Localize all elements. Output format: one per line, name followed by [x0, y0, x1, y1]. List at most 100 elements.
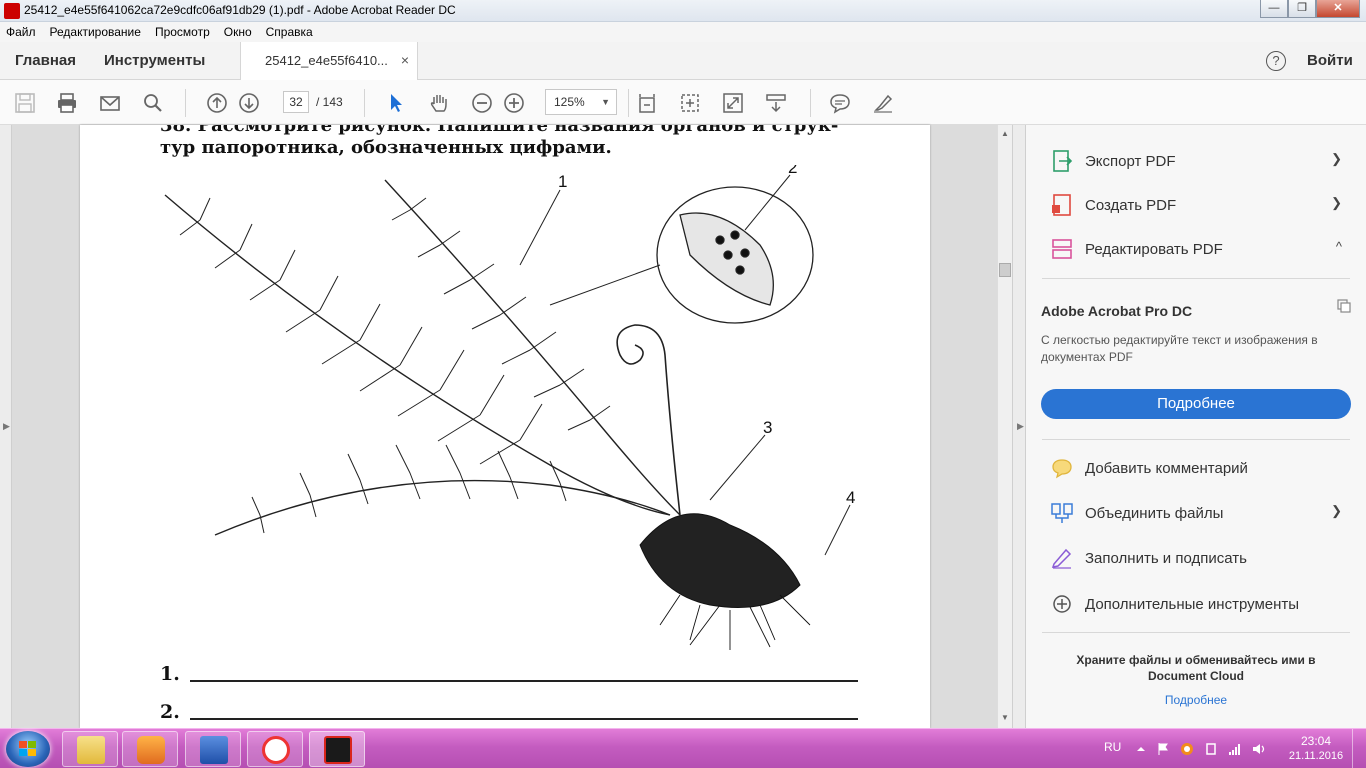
- learn-more-button[interactable]: Подробнее: [1041, 389, 1351, 419]
- vertical-scrollbar[interactable]: ▲ ▼: [997, 125, 1012, 728]
- document-cloud-text: Храните файлы и обменивайтесь ими в Docu…: [1076, 653, 1316, 683]
- antivirus-icon[interactable]: [1180, 742, 1194, 756]
- more-tools-item[interactable]: Дополнительные инструменты: [1048, 590, 1366, 620]
- more-tools-label: Дополнительные инструменты: [1085, 596, 1300, 613]
- full-screen-icon[interactable]: [721, 91, 745, 115]
- page-count: / 143: [316, 95, 343, 109]
- taskbar-acrobat[interactable]: [309, 731, 365, 767]
- document-cloud-link[interactable]: Подробнее: [1046, 693, 1346, 707]
- toolbar: [0, 80, 1366, 125]
- yandex-browser-icon: [262, 736, 290, 764]
- figure-label-3: 3: [763, 418, 772, 437]
- create-pdf-item[interactable]: Создать PDF ❯: [1048, 191, 1366, 221]
- zoom-select[interactable]: 125% ▼: [545, 89, 617, 115]
- highlight-pen-icon[interactable]: [871, 91, 895, 115]
- answer-underline: [190, 718, 858, 720]
- email-icon[interactable]: [98, 91, 122, 115]
- tab-document[interactable]: 25412_e4e55f6410... ×: [240, 42, 418, 81]
- menu-window[interactable]: Окно: [224, 25, 252, 39]
- answer-line-1[interactable]: 1.: [160, 663, 858, 685]
- file-explorer-icon: [77, 736, 105, 764]
- edit-pdf-icon: [1052, 239, 1072, 259]
- taskbar: RU 23:04 21.11.2016: [0, 728, 1366, 768]
- combine-files-item[interactable]: Объединить файлы ❯: [1048, 499, 1366, 529]
- fill-sign-item[interactable]: Заполнить и подписать: [1048, 544, 1366, 574]
- next-page-icon[interactable]: [237, 91, 261, 115]
- answer-line-2[interactable]: 2.: [160, 701, 858, 723]
- taskbar-media-player[interactable]: [122, 731, 178, 767]
- scroll-thumb[interactable]: [999, 263, 1011, 277]
- volume-icon[interactable]: [1252, 742, 1266, 756]
- scroll-mode-icon[interactable]: [764, 91, 788, 115]
- tab-home[interactable]: Главная: [15, 52, 76, 69]
- copy-icon[interactable]: [1336, 298, 1352, 314]
- zoom-in-icon[interactable]: [502, 91, 526, 115]
- chevron-down-icon: ❯: [1331, 195, 1342, 210]
- chevron-down-icon: ▼: [601, 97, 610, 107]
- edit-pdf-item[interactable]: Редактировать PDF ^: [1048, 235, 1366, 265]
- fit-width-icon[interactable]: [678, 91, 702, 115]
- zoom-out-icon[interactable]: [470, 91, 494, 115]
- signin-button[interactable]: Войти: [1307, 52, 1353, 69]
- restore-button[interactable]: ❐: [1288, 0, 1316, 18]
- scroll-down-icon[interactable]: ▼: [1001, 713, 1009, 722]
- window-title: 25412_e4e55f641062ca72e9cdfc06af91db29 (…: [24, 3, 456, 17]
- divider: [1042, 278, 1350, 279]
- divider: [1042, 439, 1350, 440]
- menu-help[interactable]: Справка: [266, 25, 313, 39]
- fit-page-icon[interactable]: [635, 91, 659, 115]
- page-number-input[interactable]: 32: [283, 91, 309, 113]
- question-text-line1: 38. Рассмотрите рисунок. Напишите назван…: [160, 125, 839, 136]
- fern-frond-left: [164, 194, 671, 516]
- comment-icon: [1052, 459, 1072, 479]
- close-tab-icon[interactable]: ×: [401, 52, 409, 68]
- show-desktop-button[interactable]: [1352, 729, 1366, 768]
- acrobat-app-icon: [4, 3, 20, 19]
- word-icon: [200, 736, 228, 764]
- toolbar-separator: [185, 89, 186, 117]
- select-cursor-icon[interactable]: [384, 91, 408, 115]
- system-clock[interactable]: 23:04 21.11.2016: [1288, 734, 1344, 764]
- fern-frond-lower: [214, 444, 671, 536]
- right-panel-toggle[interactable]: ▶: [1012, 125, 1026, 728]
- promo-title: Adobe Acrobat Pro DC: [1041, 303, 1193, 319]
- add-comment-item[interactable]: Добавить комментарий: [1048, 454, 1366, 484]
- search-icon[interactable]: [141, 91, 165, 115]
- close-button[interactable]: ✕: [1316, 0, 1360, 18]
- figure-label-2: 2: [788, 165, 797, 177]
- device-icon[interactable]: [1204, 742, 1218, 756]
- comment-icon[interactable]: [828, 91, 852, 115]
- edit-pdf-label: Редактировать PDF: [1085, 241, 1223, 258]
- taskbar-word[interactable]: [185, 731, 241, 767]
- combine-files-label: Объединить файлы: [1085, 505, 1224, 522]
- menu-view[interactable]: Просмотр: [155, 25, 210, 39]
- menu-edit[interactable]: Редактирование: [50, 25, 141, 39]
- menu-bar: Файл Редактирование Просмотр Окно Справк…: [0, 22, 1366, 42]
- prev-page-icon[interactable]: [205, 91, 229, 115]
- hand-icon[interactable]: [427, 91, 451, 115]
- menu-file[interactable]: Файл: [6, 25, 36, 39]
- scroll-up-icon[interactable]: ▲: [1001, 129, 1009, 138]
- help-icon[interactable]: ?: [1266, 51, 1286, 71]
- fill-sign-label: Заполнить и подписать: [1085, 550, 1247, 567]
- add-comment-label: Добавить комментарий: [1085, 460, 1248, 477]
- left-panel-toggle[interactable]: ▶: [0, 125, 12, 728]
- export-pdf-item[interactable]: Экспорт PDF ❯: [1048, 147, 1366, 177]
- tab-tools[interactable]: Инструменты: [104, 52, 205, 69]
- combine-files-icon: [1051, 503, 1073, 523]
- taskbar-explorer[interactable]: [62, 731, 118, 767]
- acrobat-icon: [324, 736, 352, 764]
- language-indicator[interactable]: RU: [1104, 740, 1121, 754]
- minimize-button[interactable]: —: [1260, 0, 1288, 18]
- action-center-flag-icon[interactable]: [1156, 742, 1170, 756]
- print-icon[interactable]: [55, 91, 79, 115]
- network-signal-icon[interactable]: [1228, 742, 1242, 756]
- title-bar: 25412_e4e55f641062ca72e9cdfc06af91db29 (…: [0, 0, 1366, 22]
- toolbar-separator: [810, 89, 811, 117]
- save-icon[interactable]: [13, 91, 37, 115]
- taskbar-yandex[interactable]: [247, 731, 303, 767]
- start-button[interactable]: [6, 731, 50, 767]
- promo-text: С легкостью редактируйте текст и изображ…: [1041, 333, 1318, 364]
- show-hidden-icons-icon[interactable]: [1134, 742, 1148, 756]
- fern-frond-top: [384, 179, 681, 516]
